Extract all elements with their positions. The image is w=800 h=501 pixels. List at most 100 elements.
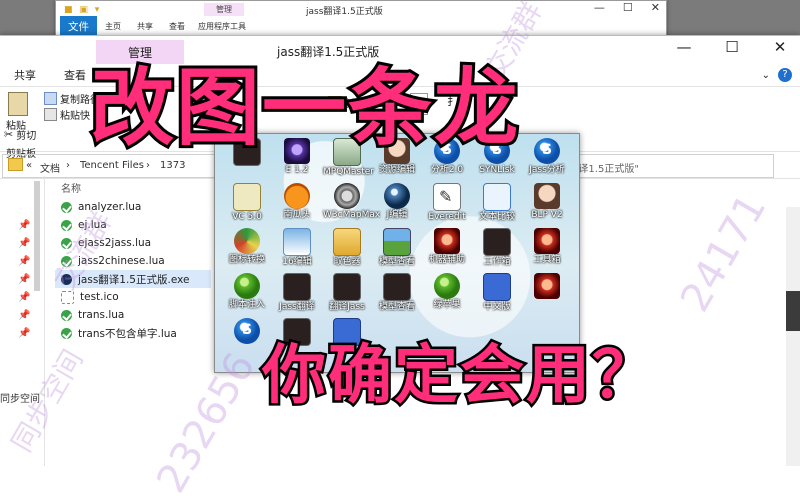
pin-icon[interactable]: 📌 xyxy=(18,310,30,321)
bluebox-icon xyxy=(483,273,511,301)
launcher-item[interactable]: 翻译Jass xyxy=(323,273,371,312)
launcher-item-label: W3cMapMax xyxy=(323,210,381,220)
num12-icon xyxy=(483,183,511,211)
folder-icon xyxy=(8,158,23,171)
launcher-item[interactable]: 工具箱 xyxy=(523,228,571,265)
background-title-bar: ■ ▣ ▾ 管理 jass翻译1.5正式版 — ☐ ✕ xyxy=(56,1,666,19)
launcher-item[interactable]: 模型查看 xyxy=(373,228,421,267)
launcher-item[interactable]: VC 5.0 xyxy=(223,183,271,222)
lua-file-icon xyxy=(61,309,72,321)
chevron-down-icon[interactable]: ⌄ xyxy=(762,70,770,81)
gear-icon xyxy=(334,183,360,209)
launcher-item[interactable]: Jass翻译 xyxy=(273,273,321,312)
launcher-item-label: VC 5.0 xyxy=(232,212,262,222)
s-icon xyxy=(534,138,560,164)
background-tab-view[interactable]: 查看 xyxy=(161,21,193,32)
paste-shortcut-label: 粘贴快 xyxy=(60,111,90,122)
launcher-item[interactable]: W3cMapMax xyxy=(323,183,381,220)
orb-icon xyxy=(384,183,410,209)
cut-button[interactable]: ✂ 剪切 xyxy=(4,127,36,142)
window-title: jass翻译1.5正式版 xyxy=(277,45,380,59)
background-window-controls[interactable]: — ☐ ✕ xyxy=(594,1,660,14)
pin-icon[interactable]: 📌 xyxy=(18,238,30,249)
launcher-item-label: 工作箱 xyxy=(483,257,511,267)
dark-icon xyxy=(383,273,411,301)
launcher-item[interactable]: 工作箱 xyxy=(473,228,521,267)
address-prefix[interactable]: « xyxy=(26,160,32,171)
launcher-item[interactable]: 文本比较 xyxy=(473,183,521,222)
tool-launcher-panel: E 1.2 MPQMaster资源编辑 分析2.0 SYNLisk Jass分析 VC 5… xyxy=(214,133,580,373)
breadcrumb-documents[interactable]: 文档 xyxy=(40,160,60,175)
pumpkin-icon xyxy=(284,183,310,209)
lua-file-icon xyxy=(61,327,72,339)
launcher-item[interactable]: 中文版 xyxy=(473,273,521,312)
file-row[interactable]: trans.lua xyxy=(55,306,215,324)
paste-shortcut-button[interactable]: 粘贴快 xyxy=(44,107,90,122)
maximize-button[interactable]: ☐ xyxy=(722,38,742,56)
file-name: trans不包含单字.lua xyxy=(78,327,177,340)
launcher-item-label: 工具箱 xyxy=(533,255,561,265)
pin-icon[interactable]: 📌 xyxy=(18,292,30,303)
launcher-item-label: 资源编辑 xyxy=(378,165,415,175)
launcher-item[interactable]: 取色器 xyxy=(323,228,371,267)
quick-access-icons[interactable]: ■ ▣ ▾ xyxy=(64,5,101,15)
background-tab-home[interactable]: 主页 xyxy=(97,21,129,32)
launcher-item-label: BLP V2 xyxy=(531,210,563,220)
launcher-item[interactable]: 机器辅助 xyxy=(423,228,471,265)
launcher-item[interactable]: 模型查看 xyxy=(373,273,421,312)
background-tab-file[interactable]: 文件 xyxy=(60,16,97,36)
overlay-subtitle: 你确定会用？ xyxy=(260,338,659,415)
launcher-item-label: 取色器 xyxy=(333,257,361,267)
launcher-item-label: Everedit xyxy=(428,212,466,222)
cloud-icon xyxy=(283,228,311,256)
launcher-item[interactable]: Everedit xyxy=(423,183,471,222)
scrollbar-thumb[interactable] xyxy=(786,291,800,331)
launcher-item[interactable]: Jass分析 xyxy=(523,138,571,175)
vertical-scrollbar[interactable] xyxy=(786,207,800,466)
launcher-item-label: E 1.2 xyxy=(285,165,309,175)
overlay-title: 改图一条龙 xyxy=(87,57,521,159)
file-name: test.ico xyxy=(80,291,119,303)
sidebar-scrollbar[interactable] xyxy=(34,181,40,291)
background-tab-app-tools[interactable]: 应用程序工具 xyxy=(190,21,254,32)
launcher-item-label: 脚本注入 xyxy=(228,300,265,310)
file-row[interactable]: trans不包含单字.lua xyxy=(55,324,215,342)
pin-icon[interactable]: 📌 xyxy=(18,328,30,339)
breadcrumb-separator-icon: › xyxy=(66,160,70,171)
breadcrumb-qq-number[interactable]: 1373 xyxy=(160,160,185,171)
pin-icon[interactable]: 📌 xyxy=(18,256,30,267)
background-ribbon-tabs: 文件 主页 共享 查看 应用程序工具 xyxy=(56,16,666,36)
tab-share[interactable]: 共享 xyxy=(0,67,50,83)
dark-icon xyxy=(333,273,361,301)
launcher-item[interactable]: BLP V2 xyxy=(523,183,571,220)
launcher-item[interactable]: 16编辑 xyxy=(273,228,321,267)
background-tab-share[interactable]: 共享 xyxy=(129,21,161,32)
launcher-item[interactable]: 脚本注入 xyxy=(223,273,271,310)
clipboard-icon[interactable] xyxy=(8,92,28,116)
pin-icon[interactable]: 📌 xyxy=(18,220,30,231)
column-header-name[interactable]: 名称 xyxy=(61,180,215,198)
breadcrumb-tencent-files[interactable]: Tencent Files xyxy=(80,160,144,171)
close-button[interactable]: ✕ xyxy=(770,38,790,56)
launcher-item-label: 南瓜头 xyxy=(283,210,311,220)
scissors-icon: ✂ xyxy=(4,128,14,141)
launcher-item-label: J编辑 xyxy=(386,210,408,220)
launcher-item[interactable]: 图标转换 xyxy=(223,228,271,265)
copy-path-icon xyxy=(44,92,57,105)
launcher-item-label: 模型查看 xyxy=(378,257,415,267)
lua-file-icon xyxy=(61,201,72,213)
file-name: jass翻译1.5正式版.exe xyxy=(78,273,190,286)
paste-shortcut-icon xyxy=(44,108,57,121)
help-icon[interactable]: ? xyxy=(778,68,792,82)
launcher-item[interactable]: J编辑 xyxy=(373,183,421,220)
minimize-button[interactable]: — xyxy=(674,38,694,56)
launcher-item-label: 绿苹果 xyxy=(433,300,461,310)
pin-icon[interactable]: 📌 xyxy=(18,274,30,285)
launcher-item[interactable] xyxy=(523,273,571,300)
launcher-item[interactable]: 绿苹果 xyxy=(423,273,471,310)
background-manage-tab[interactable]: 管理 xyxy=(204,3,244,16)
launcher-item[interactable]: 南瓜头 xyxy=(273,183,321,220)
red-icon xyxy=(534,228,560,254)
launcher-item-label: 机器辅助 xyxy=(428,255,465,265)
cut-label: 剪切 xyxy=(16,131,37,142)
